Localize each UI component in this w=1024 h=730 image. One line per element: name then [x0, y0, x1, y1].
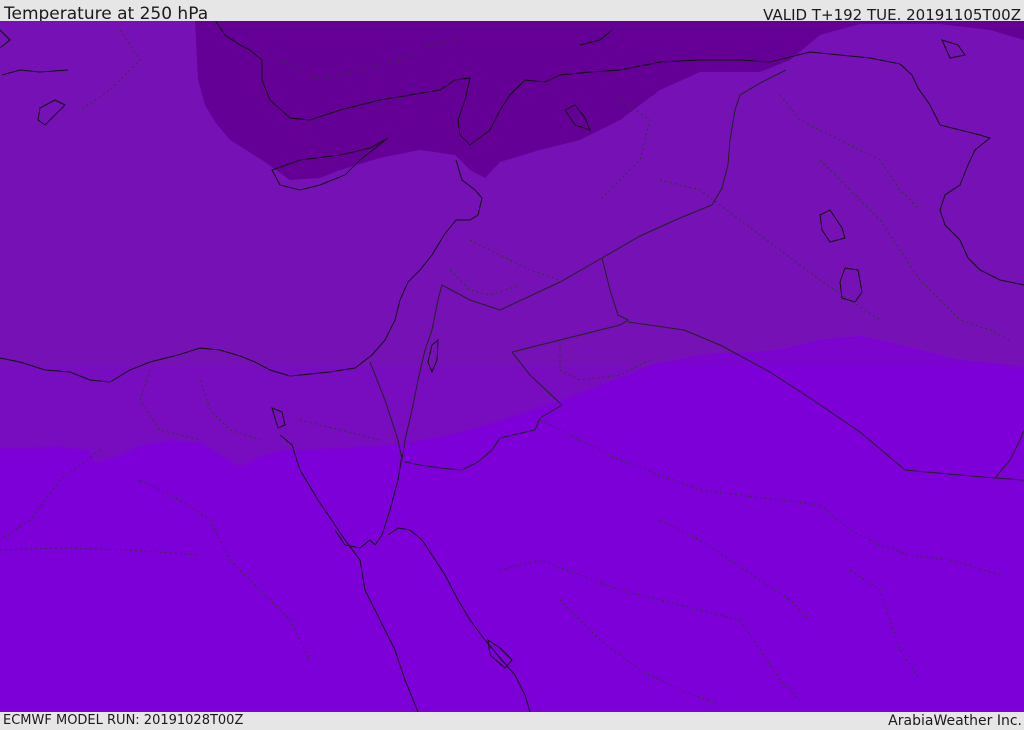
credit-label: ArabiaWeather Inc.	[888, 713, 1022, 729]
temperature-map	[0, 21, 1024, 712]
footer-bar: ECMWF MODEL RUN: 20191028T00Z ArabiaWeat…	[0, 712, 1024, 729]
map-area	[0, 21, 1024, 712]
title-bar: Temperature at 250 hPa VALID T+192 TUE. …	[0, 0, 1024, 24]
model-run-label: ECMWF MODEL RUN: 20191028T00Z	[3, 713, 244, 728]
